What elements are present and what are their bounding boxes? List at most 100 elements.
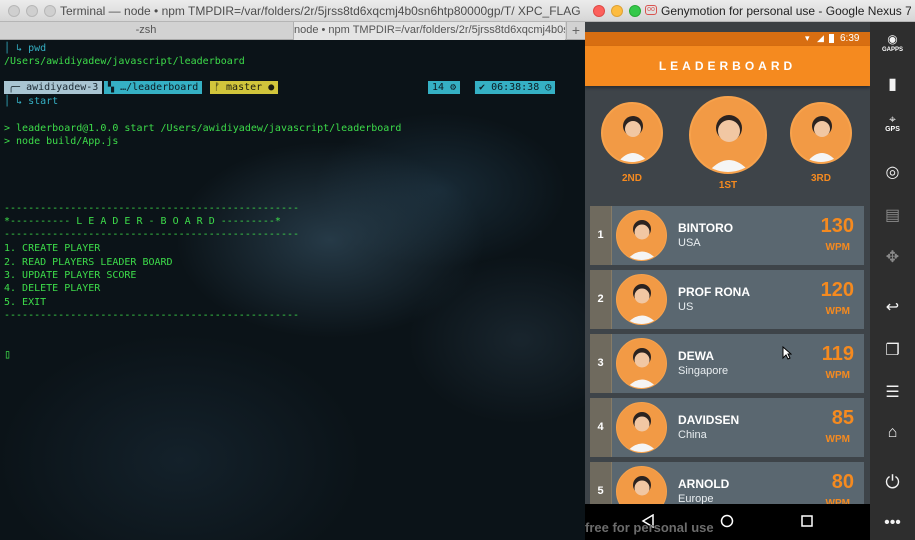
score-unit: WPM bbox=[825, 306, 850, 317]
player-score: 119 bbox=[821, 343, 854, 365]
clapper-icon[interactable]: ▤ bbox=[870, 205, 915, 225]
minimize-button[interactable] bbox=[26, 5, 38, 17]
podium-label-2nd: 2ND bbox=[621, 173, 642, 184]
recents-nav-icon[interactable] bbox=[800, 514, 814, 528]
new-tab-button[interactable]: + bbox=[566, 22, 585, 40]
menu-option: 4. DELETE PLAYER bbox=[4, 283, 101, 294]
camera-icon[interactable]: ◎ bbox=[870, 162, 915, 182]
prompt-time: ✔ 06:38:38 ◷ bbox=[474, 81, 556, 94]
power-icon[interactable]: ⏻ bbox=[870, 472, 915, 493]
terminal-window: Terminal — node • npm TMPDIR=/var/folder… bbox=[0, 0, 585, 540]
person-avatar-icon bbox=[618, 116, 648, 162]
person-avatar-icon bbox=[626, 220, 658, 260]
person-avatar-icon bbox=[807, 116, 837, 162]
podium-label-3rd: 3RD bbox=[810, 173, 831, 184]
score-unit: WPM bbox=[825, 434, 850, 445]
folder-icon: ▚ bbox=[108, 82, 115, 93]
tab-node[interactable]: node • npm TMPDIR=/var/folders/2r/5jrss8… bbox=[293, 22, 565, 40]
person-avatar-icon bbox=[626, 284, 658, 324]
emulator-frame-top bbox=[585, 22, 870, 32]
player-country: Singapore bbox=[678, 365, 729, 377]
zoom-button[interactable] bbox=[44, 5, 56, 17]
score-unit: WPM bbox=[825, 242, 850, 253]
leaderboard-row[interactable]: 1 BINTORO USA 130 WPM bbox=[590, 206, 864, 265]
emulator-titlebar: oo Genymotion for personal use - Google … bbox=[585, 0, 915, 22]
prompt-count: 14 ⚙ bbox=[428, 81, 461, 94]
terminal-separator: ----------------------------------------… bbox=[4, 203, 300, 214]
player-name: PROF RONA bbox=[678, 285, 750, 299]
podium-avatar-1st[interactable] bbox=[689, 96, 767, 174]
status-time: 6:39 bbox=[840, 33, 860, 44]
terminal-cursor[interactable]: ▯ bbox=[4, 347, 11, 361]
rank-number: 1 bbox=[590, 206, 612, 265]
git-branch-icon: ᚠ bbox=[214, 82, 220, 93]
prompt-branch: ᚠ master ● bbox=[210, 81, 279, 94]
back-button-icon[interactable]: ↩ bbox=[870, 297, 915, 317]
terminal-separator: ----------------------------------------… bbox=[4, 229, 300, 240]
player-country: USA bbox=[678, 237, 701, 249]
app-title: LEADERBOARD bbox=[658, 59, 797, 73]
player-country: China bbox=[678, 429, 707, 441]
check-icon: ✔ bbox=[479, 82, 486, 93]
watermark-text: free for personal use bbox=[585, 520, 714, 535]
rank-number: 4 bbox=[590, 398, 612, 457]
player-avatar bbox=[616, 338, 667, 389]
player-country: Europe bbox=[678, 493, 714, 504]
emulator-title: Genymotion for personal use - Google Nex… bbox=[661, 4, 911, 18]
player-avatar bbox=[616, 402, 667, 453]
menu-option: 2. READ PLAYERS LEADER BOARD bbox=[4, 257, 173, 268]
home-nav-icon[interactable] bbox=[720, 514, 734, 528]
leaderboard-row[interactable]: 5 ARNOLD Europe 80 WPM bbox=[590, 462, 864, 504]
person-avatar-icon bbox=[626, 348, 658, 388]
terminal-line: > node build/App.js bbox=[4, 136, 119, 147]
terminal-line: /Users/awidiyadew/javascript/leaderboard bbox=[4, 56, 245, 67]
leaderboard-row[interactable]: 3 DEWA Singapore 119 WPM bbox=[590, 334, 864, 393]
person-avatar-icon bbox=[708, 115, 750, 172]
player-avatar bbox=[616, 274, 667, 325]
prompt-branch-label: master bbox=[226, 82, 263, 93]
close-button[interactable] bbox=[593, 5, 605, 17]
home-icon[interactable]: ⌂ bbox=[870, 424, 915, 442]
close-button[interactable] bbox=[8, 5, 20, 17]
menu-icon[interactable]: ☰ bbox=[870, 382, 915, 402]
tab-zsh[interactable]: -zsh bbox=[0, 22, 292, 40]
zoom-button[interactable] bbox=[629, 5, 641, 17]
leaderboard-row[interactable]: 2 PROF RONA US 120 WPM bbox=[590, 270, 864, 329]
dpad-icon[interactable]: ✥ bbox=[870, 247, 915, 267]
gps-label: GPS bbox=[885, 126, 900, 133]
emulator-window: oo Genymotion for personal use - Google … bbox=[585, 0, 915, 540]
mouse-cursor-icon bbox=[782, 346, 792, 360]
signal-icon: ◢ bbox=[817, 33, 824, 43]
more-icon[interactable]: ••• bbox=[870, 514, 915, 532]
person-avatar-icon bbox=[633, 476, 651, 496]
app-bar: LEADERBOARD bbox=[585, 46, 870, 86]
podium-label-1st: 1ST bbox=[718, 180, 738, 191]
menu-option: 5. EXIT bbox=[4, 297, 47, 308]
android-screen: ▾ ◢ 6:39 LEADERBOARD 2ND 1ST 3RD 1 BINTOR… bbox=[585, 32, 870, 504]
prompt-user-label: awidiyadew-3 bbox=[26, 82, 99, 93]
player-avatar bbox=[616, 210, 667, 261]
minimize-button[interactable] bbox=[611, 5, 623, 17]
player-avatar bbox=[616, 466, 667, 504]
gear-icon: ⚙ bbox=[450, 82, 457, 93]
battery-side-icon[interactable]: ▮ bbox=[870, 74, 915, 94]
player-score: 130 bbox=[820, 215, 854, 237]
terminal-title: Terminal — node • npm TMPDIR=/var/folder… bbox=[60, 4, 580, 18]
player-name: BINTORO bbox=[678, 221, 734, 235]
gps-pin-icon[interactable]: ⌖ bbox=[870, 112, 915, 127]
podium-avatar-3rd[interactable] bbox=[790, 102, 852, 164]
recent-apps-icon[interactable]: ❐ bbox=[870, 340, 915, 360]
terminal-tabbar: -zsh node • npm TMPDIR=/var/folders/2r/5… bbox=[0, 22, 585, 40]
leaderboard-row[interactable]: 4 DAVIDSEN China 85 WPM bbox=[590, 398, 864, 457]
rank-number: 2 bbox=[590, 270, 612, 329]
gapps-icon[interactable]: ◉ bbox=[870, 32, 915, 46]
player-country: US bbox=[678, 301, 694, 313]
battery-icon bbox=[829, 34, 834, 43]
terminal-line: │ ↳ pwd bbox=[4, 43, 47, 54]
menu-option: 3. UPDATE PLAYER SCORE bbox=[4, 270, 137, 281]
player-name: ARNOLD bbox=[678, 477, 730, 491]
player-score: 80 bbox=[831, 471, 854, 493]
leaderboard-banner: *---------- L E A D E R - B O A R D ----… bbox=[4, 216, 281, 227]
podium-avatar-2nd[interactable] bbox=[601, 102, 663, 164]
prompt-time-label: 06:38:38 bbox=[491, 82, 540, 93]
